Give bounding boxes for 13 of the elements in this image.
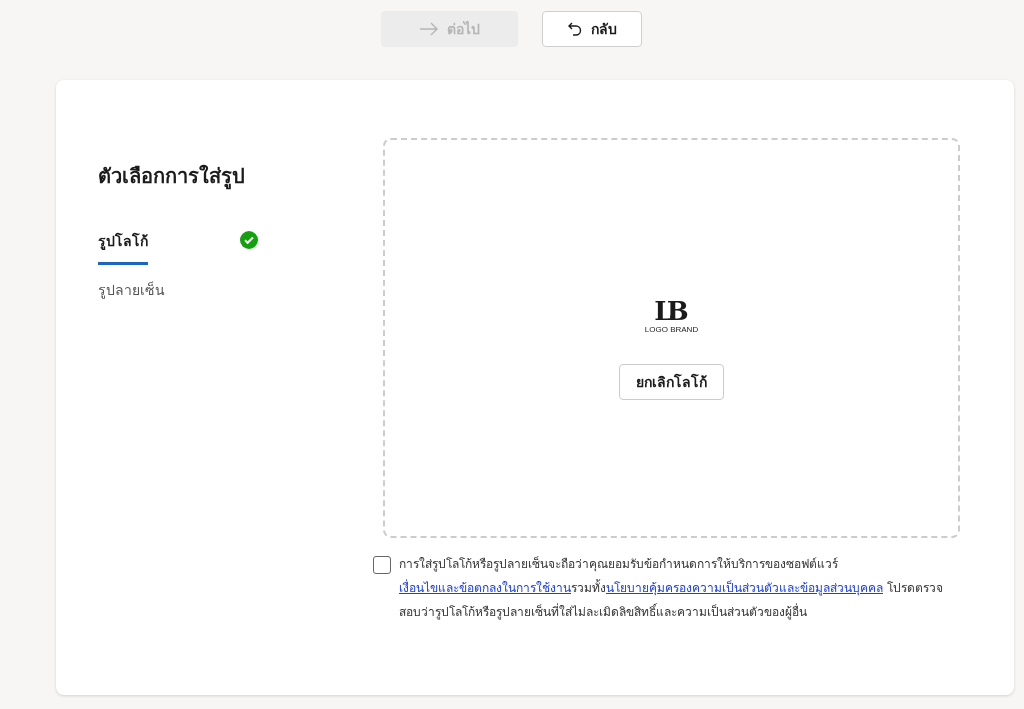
consent-text: การใส่รูปโลโก้หรือรูปลายเซ็นจะถือว่าคุณยอมรับข้อกำหนดการให้บริการของซอฟต์แวร์ เงื่อนไขและข้อตกลงในการใช้งานรวมทั้งนโยบายคุ้มครองความเป็นส่วนตัวและข้อมูลส่วนบุคคล โปรดตรวจสอบว่ารูปโลโก้หรือรูปลายเซ็นที่ใส่ไม่ละเมิดลิขสิทธิ์และความเป็นส่วนตัวของผู้อื่น <box>399 555 944 622</box>
terms-link[interactable]: นโยบายคุ้มครองความเป็นส่วนตัวและข้อมูลส่วนบุคคล <box>606 581 883 595</box>
terms-link[interactable]: เงื่อนไขและข้อตกลงในการใช้งาน <box>399 581 571 595</box>
remove-logo-button[interactable]: ยกเลิกโลโก้ <box>619 363 724 400</box>
option-tab[interactable]: รูปโลโก้ <box>98 230 148 265</box>
option-tab[interactable]: รูปลายเซ็น <box>98 279 165 314</box>
logo-mark: LB <box>654 296 683 325</box>
consent-checkbox[interactable] <box>373 556 391 574</box>
panel-title: ตัวเลือกการใส่รูป <box>98 163 246 192</box>
toolbar-button[interactable]: กลับ <box>541 11 642 47</box>
arrow-right-icon <box>418 22 439 36</box>
undo-icon <box>566 21 583 37</box>
logo-caption: LOGO BRAND <box>644 324 699 334</box>
